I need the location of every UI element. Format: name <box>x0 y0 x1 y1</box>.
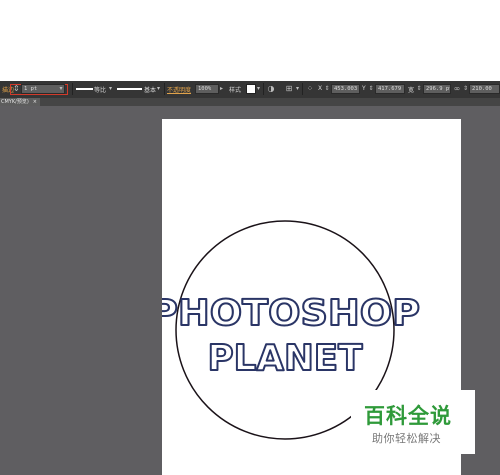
stroke-profile-line <box>76 88 93 90</box>
document-tab-title: CMYK/预览) <box>1 99 29 105</box>
x-field[interactable]: 453.003 <box>331 84 360 94</box>
control-bar: 描边 ⇕ 1 pt ▾ 等比 ▾ 基本 ▾ 不透明度 100% ▸ 样式 ▾ ◑… <box>0 81 500 99</box>
profile-label[interactable]: 等比 <box>94 85 106 94</box>
recolor-icon[interactable]: ◑ <box>266 84 276 94</box>
profile-dropdown-icon[interactable]: ▾ <box>108 84 113 94</box>
watermark-subtitle: 助你轻松解决 <box>372 432 441 445</box>
align-icon[interactable]: ⊞ <box>284 84 294 94</box>
divider <box>263 83 264 95</box>
brush-line <box>117 88 142 90</box>
style-label: 样式 <box>229 87 242 94</box>
width-label: 宽 <box>408 87 415 94</box>
headline-line-2[interactable]: PLANET <box>207 337 364 380</box>
brush-label[interactable]: 基本 <box>144 85 156 94</box>
document-tab-bar: CMYK/预览) × <box>0 98 500 106</box>
divider <box>72 83 73 95</box>
link-icon[interactable]: ∞ <box>453 84 461 94</box>
y-stepper-icon[interactable]: ⇕ <box>368 84 374 94</box>
align-dropdown-icon[interactable]: ▾ <box>295 84 300 94</box>
reference-point-icon[interactable]: ⁘ <box>305 84 315 94</box>
height-field[interactable]: 210.00 <box>469 84 500 94</box>
width-stepper-icon[interactable]: ⇕ <box>416 84 422 94</box>
opacity-arrow-icon[interactable]: ▸ <box>219 84 224 94</box>
headline-line-1[interactable]: PHOTOSHOP <box>162 292 421 335</box>
brush-dropdown-icon[interactable]: ▾ <box>156 84 161 94</box>
watermark-logo: 百科全说 助你轻松解决 <box>351 390 475 454</box>
watermark-title: 百科全说 <box>364 404 452 428</box>
close-icon[interactable]: × <box>33 98 37 106</box>
y-label: Y <box>362 85 366 92</box>
width-field[interactable]: 296.9 pt <box>423 84 451 94</box>
stroke-stepper-icon[interactable]: ⇕ <box>13 84 20 94</box>
y-field[interactable]: 417.679 <box>375 84 405 94</box>
document-tab[interactable]: CMYK/预览) × <box>0 98 40 106</box>
divider <box>164 83 165 95</box>
style-swatch[interactable] <box>246 84 256 94</box>
opacity-field[interactable]: 100% <box>195 84 219 94</box>
height-stepper-icon[interactable]: ⇕ <box>462 84 469 94</box>
x-stepper-icon[interactable]: ⇕ <box>324 84 330 94</box>
opacity-link[interactable]: 不透明度 <box>167 85 191 94</box>
divider <box>302 83 303 95</box>
chevron-down-icon[interactable]: ▾ <box>58 84 64 94</box>
x-label: X <box>318 85 323 92</box>
style-dropdown-icon[interactable]: ▾ <box>256 84 261 94</box>
